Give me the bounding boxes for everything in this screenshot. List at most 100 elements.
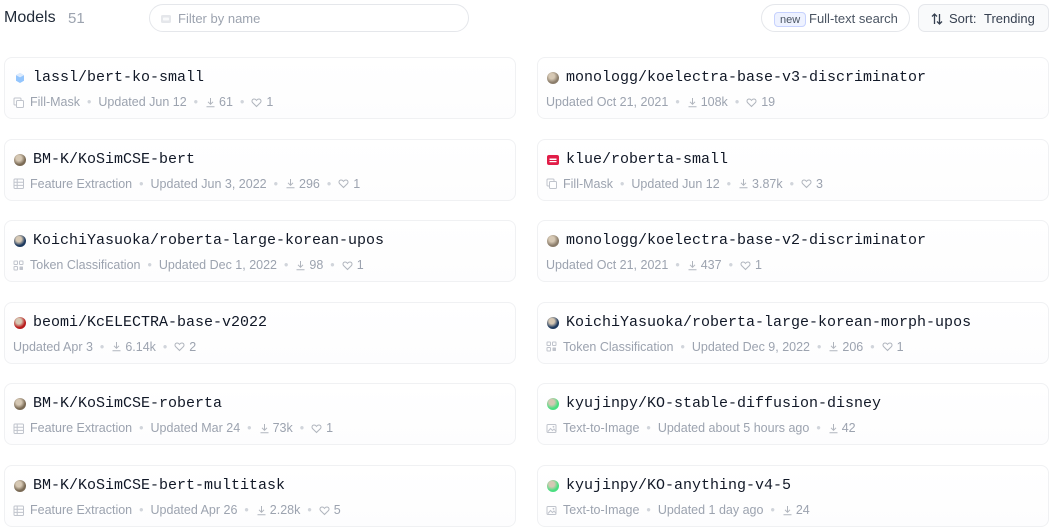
models-header: Models 51 new Full-text search Sort: Tre… [0,0,1058,38]
downloads-count: 108k [700,95,728,109]
model-card[interactable]: BM-K/KoSimCSE-roberta Feature Extraction •… [4,383,516,446]
likes-count: 1 [356,258,364,273]
download-icon [688,260,697,270]
downloads-count: 98 [309,258,324,273]
separator-dot: • [330,258,335,273]
likes-count: 1 [353,176,361,191]
model-card[interactable]: klue/roberta-small Fill-Mask • Updated Jun … [537,138,1049,201]
model-card[interactable]: BM-K/KoSimCSE-bert-multitask Feature Extr… [4,465,516,527]
updated-label: Updated Apr 3 [13,339,93,354]
heart-icon [319,505,330,515]
token-classification-icon [546,341,557,352]
downloads-count: 2.28k [269,503,301,517]
model-card[interactable]: lassl/bert-ko-small Fill-Mask • Updated Jun… [4,57,516,119]
separator-dot: • [284,258,289,273]
downloads-count: 61 [219,95,233,109]
separator-dot: • [244,503,249,517]
filter-icon [161,15,171,23]
model-meta: Token Classification • Updated Dec 1, 2022… [13,257,364,273]
model-card[interactable]: kyujinpy/KO-anything-v4-5 Text-to-Image • U… [537,465,1049,527]
task-label: Text-to-Image [563,503,640,517]
updated-label: Updated Jun 12 [98,95,187,109]
model-name[interactable]: kyujinpy/KO-stable-diffusion-disney [566,395,881,412]
task-label: Feature Extraction [30,421,133,436]
model-name[interactable]: monologg/koelectra-base-v2-discriminator [566,232,926,249]
updated-label: Updated Dec 9, 2022 [691,339,810,354]
heart-icon [740,261,751,270]
filter-input[interactable] [178,8,458,28]
model-name[interactable]: BM-K/KoSimCSE-roberta [33,395,222,412]
separator-dot: • [646,503,651,517]
separator-dot: • [326,176,332,191]
separator-dot: • [193,95,199,109]
downloads-count: 296 [299,176,320,191]
separator-dot: • [99,339,105,354]
download-icon [206,97,215,107]
model-name[interactable]: lassl/bert-ko-small [33,69,204,86]
fill-mask-icon [13,97,24,108]
text-to-image-icon [546,423,557,433]
model-card[interactable]: KoichiYasuoka/roberta-large-korean-morph… [537,301,1049,364]
updated-label: Updated Oct 21, 2021 [546,258,669,273]
model-card[interactable]: beomi/KcELECTRA-base-v2022 Updated Apr 3 •… [4,301,516,364]
updated-label: Updated about 5 hours ago [657,421,810,436]
updated-label: Updated Jun 12 [631,176,720,191]
separator-dot: • [139,176,144,191]
model-card[interactable]: kyujinpy/KO-stable-diffusion-disney Text-… [537,383,1049,446]
download-icon [112,342,121,352]
model-meta: Feature Extraction • Updated Apr 26 • 2.28k •… [13,502,341,518]
model-name[interactable]: beomi/KcELECTRA-base-v2022 [33,314,267,331]
model-meta: Updated Oct 21, 2021 • 437 • 1 [546,257,762,273]
task-label: Text-to-Image [563,421,640,436]
model-name[interactable]: KoichiYasuoka/roberta-large-korean-upos [33,232,384,249]
separator-dot: • [299,421,305,436]
download-icon [688,97,697,107]
model-name[interactable]: BM-K/KoSimCSE-bert-multitask [33,477,285,494]
separator-dot: • [307,503,312,517]
download-icon [829,342,838,352]
updated-label: Updated Oct 21, 2021 [546,95,669,109]
likes-count: 1 [326,421,334,436]
sort-button[interactable]: Sort: Trending [918,4,1049,32]
model-meta: Updated Oct 21, 2021 • 108k • 19 [546,94,775,110]
org-avatar [547,154,559,165]
full-text-search-button[interactable]: new Full-text search [761,4,910,32]
downloads-count: 42 [841,421,856,436]
download-icon [286,179,295,189]
model-name[interactable]: monologg/koelectra-base-v3-discriminator [566,69,926,86]
separator-dot: • [675,258,680,273]
model-name[interactable]: kyujinpy/KO-anything-v4-5 [566,477,791,494]
download-icon [783,505,792,515]
user-avatar [547,72,559,84]
model-card[interactable]: KoichiYasuoka/roberta-large-korean-upos T… [4,220,516,283]
likes-count: 3 [816,176,823,191]
fill-mask-icon [546,178,557,190]
model-meta: Updated Apr 3 • 6.14k • 2 [13,339,196,355]
model-card[interactable]: monologg/koelectra-base-v3-discriminator… [537,57,1049,119]
likes-count: 2 [189,339,197,354]
download-icon [829,423,838,434]
filter-box[interactable] [149,4,469,32]
separator-dot: • [870,339,875,354]
model-name[interactable]: BM-K/KoSimCSE-bert [33,151,195,168]
downloads-count: 206 [842,339,864,354]
model-meta: Text-to-Image • Updated about 5 hours ago •… [546,420,856,436]
model-meta: Fill-Mask • Updated Jun 12 • 3.87k • 3 [546,176,823,192]
feature-extraction-icon [13,178,24,190]
likes-count: 1 [754,258,762,273]
model-name[interactable]: klue/roberta-small [566,151,728,168]
heart-icon [174,342,185,352]
model-meta: Text-to-Image • Updated 1 day ago • 24 [546,502,810,518]
separator-dot: • [139,421,144,436]
model-meta: Feature Extraction • Updated Jun 3, 2022 • 2… [13,176,360,192]
user-avatar [547,316,559,329]
model-name[interactable]: KoichiYasuoka/roberta-large-korean-morph… [566,314,971,331]
text-to-image-icon [546,505,557,515]
heart-icon [338,179,349,189]
feature-extraction-icon [13,505,24,516]
separator-dot: • [734,95,740,109]
model-card[interactable]: BM-K/KoSimCSE-bert Feature Extraction • Upd… [4,138,516,201]
model-card[interactable]: monologg/koelectra-base-v2-discriminator… [537,220,1049,283]
updated-label: Updated Apr 26 [150,503,238,517]
separator-dot: • [162,339,168,354]
